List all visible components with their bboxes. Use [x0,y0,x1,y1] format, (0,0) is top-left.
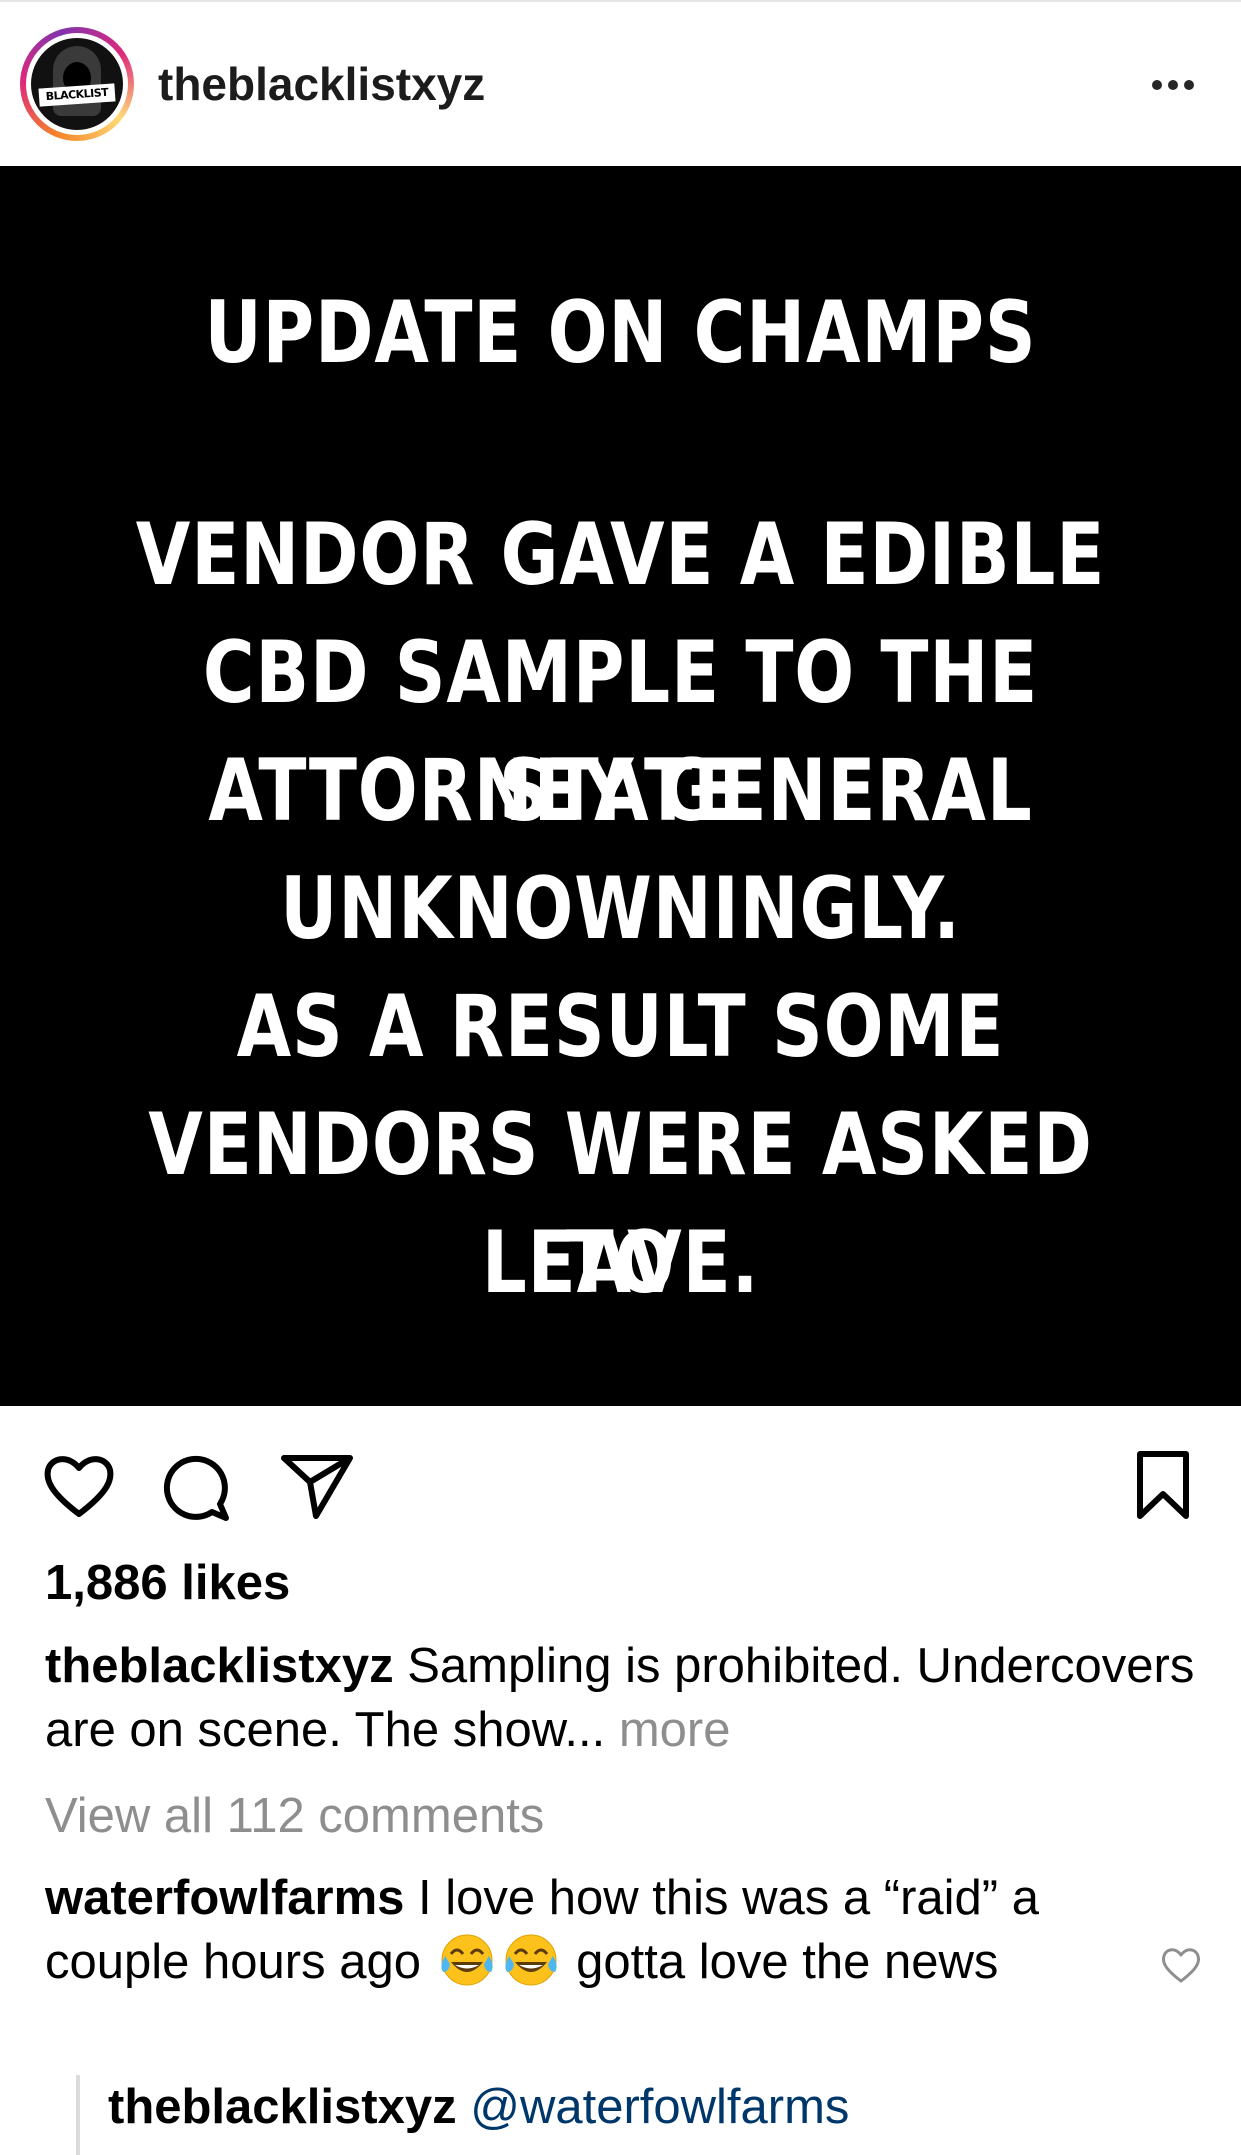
post-image-text-line: AS A RESULT SOME [236,977,1005,1077]
view-all-comments-link[interactable]: View all 112 comments [45,1784,544,1848]
face-with-tears-of-joy-icon [440,1934,493,1986]
post-action-bar [0,1406,1241,1546]
comment-reply: theblacklistxyz @waterfowlfarms [76,2075,849,2155]
comment-bubble-icon[interactable] [162,1452,232,1522]
bookmark-icon[interactable] [1134,1450,1192,1520]
caption-username[interactable]: theblacklistxyz [45,1639,394,1693]
reply-mention[interactable]: @waterfowlfarms [470,2080,849,2134]
heart-icon[interactable] [42,1452,116,1520]
caption-more-link[interactable]: more [619,1703,731,1757]
post-image-text-line: UNKNOWNINGLY. [280,859,961,959]
face-with-tears-of-joy-icon [504,1934,557,1986]
paper-plane-icon[interactable] [280,1452,354,1520]
comment-username[interactable]: waterfowlfarms [45,1871,404,1925]
comment: waterfowlfarms I love how this was a “ra… [45,1866,1125,1994]
reply-username[interactable]: theblacklistxyz [108,2080,457,2134]
post-username[interactable]: theblacklistxyz [158,54,485,114]
post-image-title: UPDATE ON CHAMPS [204,283,1037,383]
likes-count[interactable]: 1,886 likes [45,1550,290,1616]
more-options-icon[interactable] [1148,60,1198,110]
post-image-text-line: LEAVE. [481,1213,760,1313]
post-caption: theblacklistxyz Sampling is prohibited. … [45,1634,1205,1762]
post-header: BLACKLIST theblacklistxyz [0,0,1241,166]
post-image-text-line: VENDOR GAVE A EDIBLE [135,505,1106,605]
post-image-text-line: ATTORNEY GENERAL [208,741,1033,841]
comment-heart-icon[interactable] [1160,1944,1202,1986]
profile-avatar[interactable]: BLACKLIST [20,27,134,141]
comment-text-continued: gotta love the news [562,1935,999,1989]
avatar-logo-text: BLACKLIST [38,83,116,107]
post-image[interactable]: UPDATE ON CHAMPS VENDOR GAVE A EDIBLE CB… [0,166,1241,1406]
